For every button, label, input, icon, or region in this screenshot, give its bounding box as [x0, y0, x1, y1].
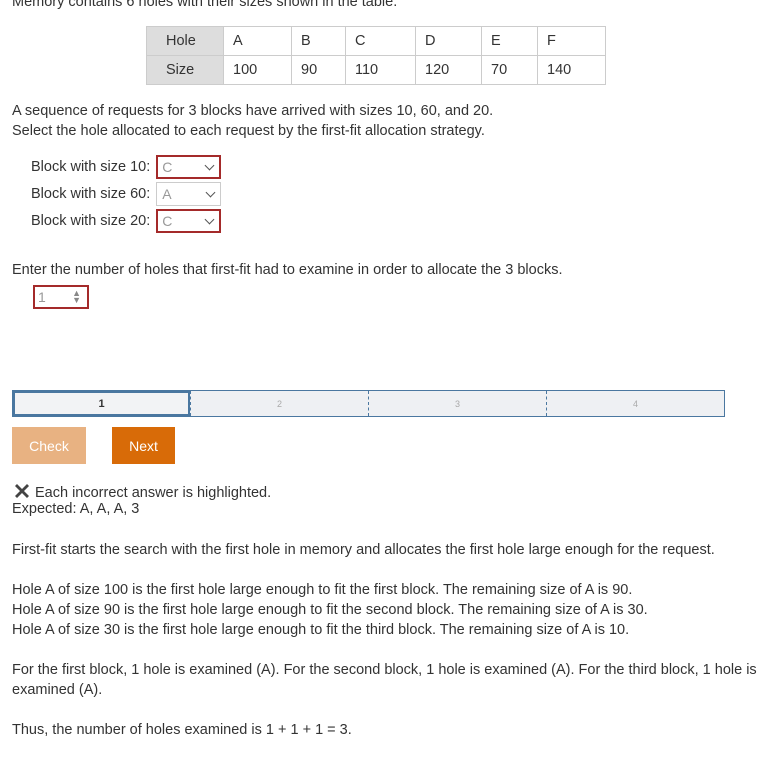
count-prompt: Enter the number of holes that first-fit…: [12, 262, 563, 278]
x-mark-icon: [15, 484, 29, 498]
intro-text: Memory contains 6 holes with their sizes…: [12, 0, 398, 10]
progress-step-1[interactable]: 1: [13, 391, 190, 416]
select-value: C: [162, 213, 173, 229]
table-cell: B: [291, 26, 346, 56]
table-row: Size 100 90 110 120 70 140: [146, 55, 606, 85]
table-cell: 100: [223, 55, 292, 85]
expected-answer: Expected: A, A, A, 3: [12, 501, 140, 517]
row-header-hole: Hole: [146, 26, 224, 56]
select-label: Block with size 20:: [31, 213, 151, 229]
table-cell: E: [481, 26, 538, 56]
table-cell: F: [537, 26, 606, 56]
explanation-step: Hole A of size 100 is the first hole lar…: [12, 582, 633, 598]
table-cell: A: [223, 26, 292, 56]
holes-table: Hole A B C D E F Size 100 90 110 120 70 …: [146, 26, 606, 85]
hole-select-block-20[interactable]: C: [156, 209, 222, 233]
select-label: Block with size 60:: [31, 186, 151, 202]
table-cell: D: [415, 26, 482, 56]
table-cell: C: [345, 26, 416, 56]
table-cell: 70: [481, 55, 538, 85]
feedback-line: Each incorrect answer is highlighted.: [12, 481, 271, 501]
holes-examined-input[interactable]: 1 ▲ ▼: [33, 285, 89, 309]
select-value: C: [162, 159, 173, 175]
progress-step-2[interactable]: 2: [190, 391, 368, 416]
explanation-step: Hole A of size 90 is the first hole larg…: [12, 602, 648, 618]
progress-bar: 1 2 3 4: [12, 390, 725, 417]
table-cell: 120: [415, 55, 482, 85]
chevron-down-icon: [205, 187, 216, 198]
explanation-conclusion: Thus, the number of holes examined is 1 …: [12, 722, 352, 738]
feedback-message: Each incorrect answer is highlighted.: [35, 485, 272, 501]
hole-select-block-60[interactable]: A: [156, 182, 222, 206]
hole-select-block-10[interactable]: C: [156, 155, 222, 179]
select-row-block-60: Block with size 60: A: [31, 182, 222, 206]
input-value: 1: [38, 289, 46, 305]
row-header-size: Size: [146, 55, 224, 85]
check-button[interactable]: Check: [12, 427, 86, 464]
chevron-down-icon: [204, 214, 215, 225]
select-row-block-20: Block with size 20: C: [31, 209, 222, 233]
progress-step-3[interactable]: 3: [368, 391, 546, 416]
explanation-p3: For the first block, 1 hole is examined …: [12, 662, 757, 678]
select-value: A: [162, 186, 172, 202]
select-label: Block with size 10:: [31, 159, 151, 175]
chevron-down-icon: [204, 160, 215, 171]
table-cell: 110: [345, 55, 416, 85]
table-cell: 140: [537, 55, 606, 85]
explanation-p3-cont: examined (A).: [12, 682, 103, 698]
progress-step-4[interactable]: 4: [546, 391, 724, 416]
prompt-line-2: Select the hole allocated to each reques…: [12, 123, 485, 139]
explanation-p1: First-fit starts the search with the fir…: [12, 542, 715, 558]
table-row: Hole A B C D E F: [146, 26, 606, 56]
next-button[interactable]: Next: [112, 427, 175, 464]
table-cell: 90: [291, 55, 346, 85]
prompt-line-1: A sequence of requests for 3 blocks have…: [12, 103, 494, 119]
select-row-block-10: Block with size 10: C: [31, 155, 222, 179]
spinner-icon[interactable]: ▲ ▼: [72, 289, 81, 305]
explanation-step: Hole A of size 30 is the first hole larg…: [12, 622, 630, 638]
